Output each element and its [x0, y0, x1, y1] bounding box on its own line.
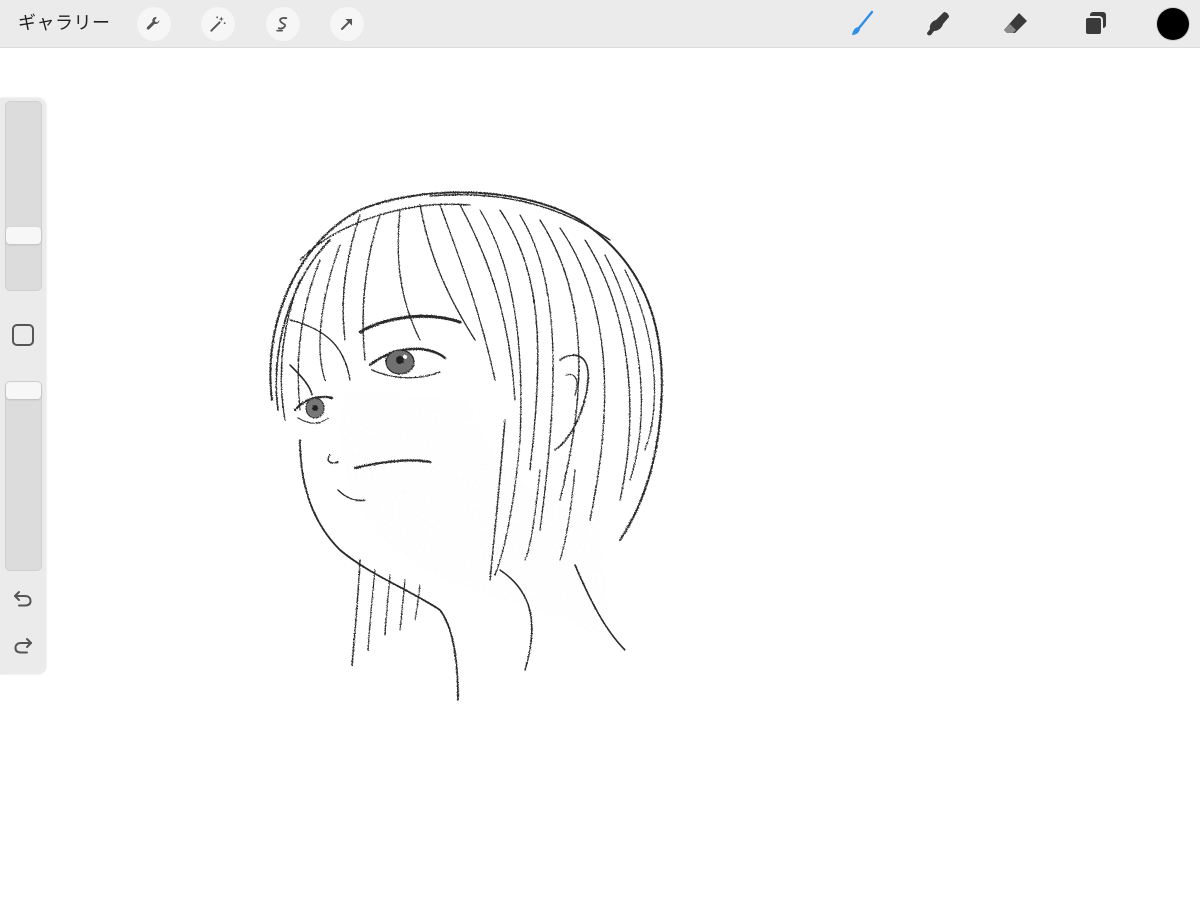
wrench-icon	[146, 16, 160, 30]
brush-icon	[852, 10, 874, 35]
smudge-icon	[927, 12, 949, 36]
selection-button[interactable]	[266, 7, 300, 41]
layers-button[interactable]	[1077, 6, 1113, 42]
transform-arrow-icon	[341, 18, 353, 30]
smudge-tool-button[interactable]	[920, 6, 956, 42]
layers-icon	[1084, 12, 1106, 36]
drawing-canvas[interactable]	[0, 48, 1200, 900]
color-picker[interactable]	[1157, 8, 1189, 40]
adjustments-button[interactable]	[201, 7, 235, 41]
gallery-button[interactable]: ギャラリー	[18, 11, 111, 37]
transform-button[interactable]	[330, 7, 364, 41]
top-toolbar: ギャラリー	[0, 0, 1200, 48]
eraser-icon	[1004, 13, 1027, 33]
actions-button[interactable]	[137, 7, 171, 41]
face-shading	[339, 390, 610, 640]
brush-tool-button[interactable]	[844, 6, 880, 42]
magic-wand-icon	[210, 16, 226, 32]
selection-icon	[276, 17, 288, 32]
eraser-tool-button[interactable]	[998, 6, 1034, 42]
